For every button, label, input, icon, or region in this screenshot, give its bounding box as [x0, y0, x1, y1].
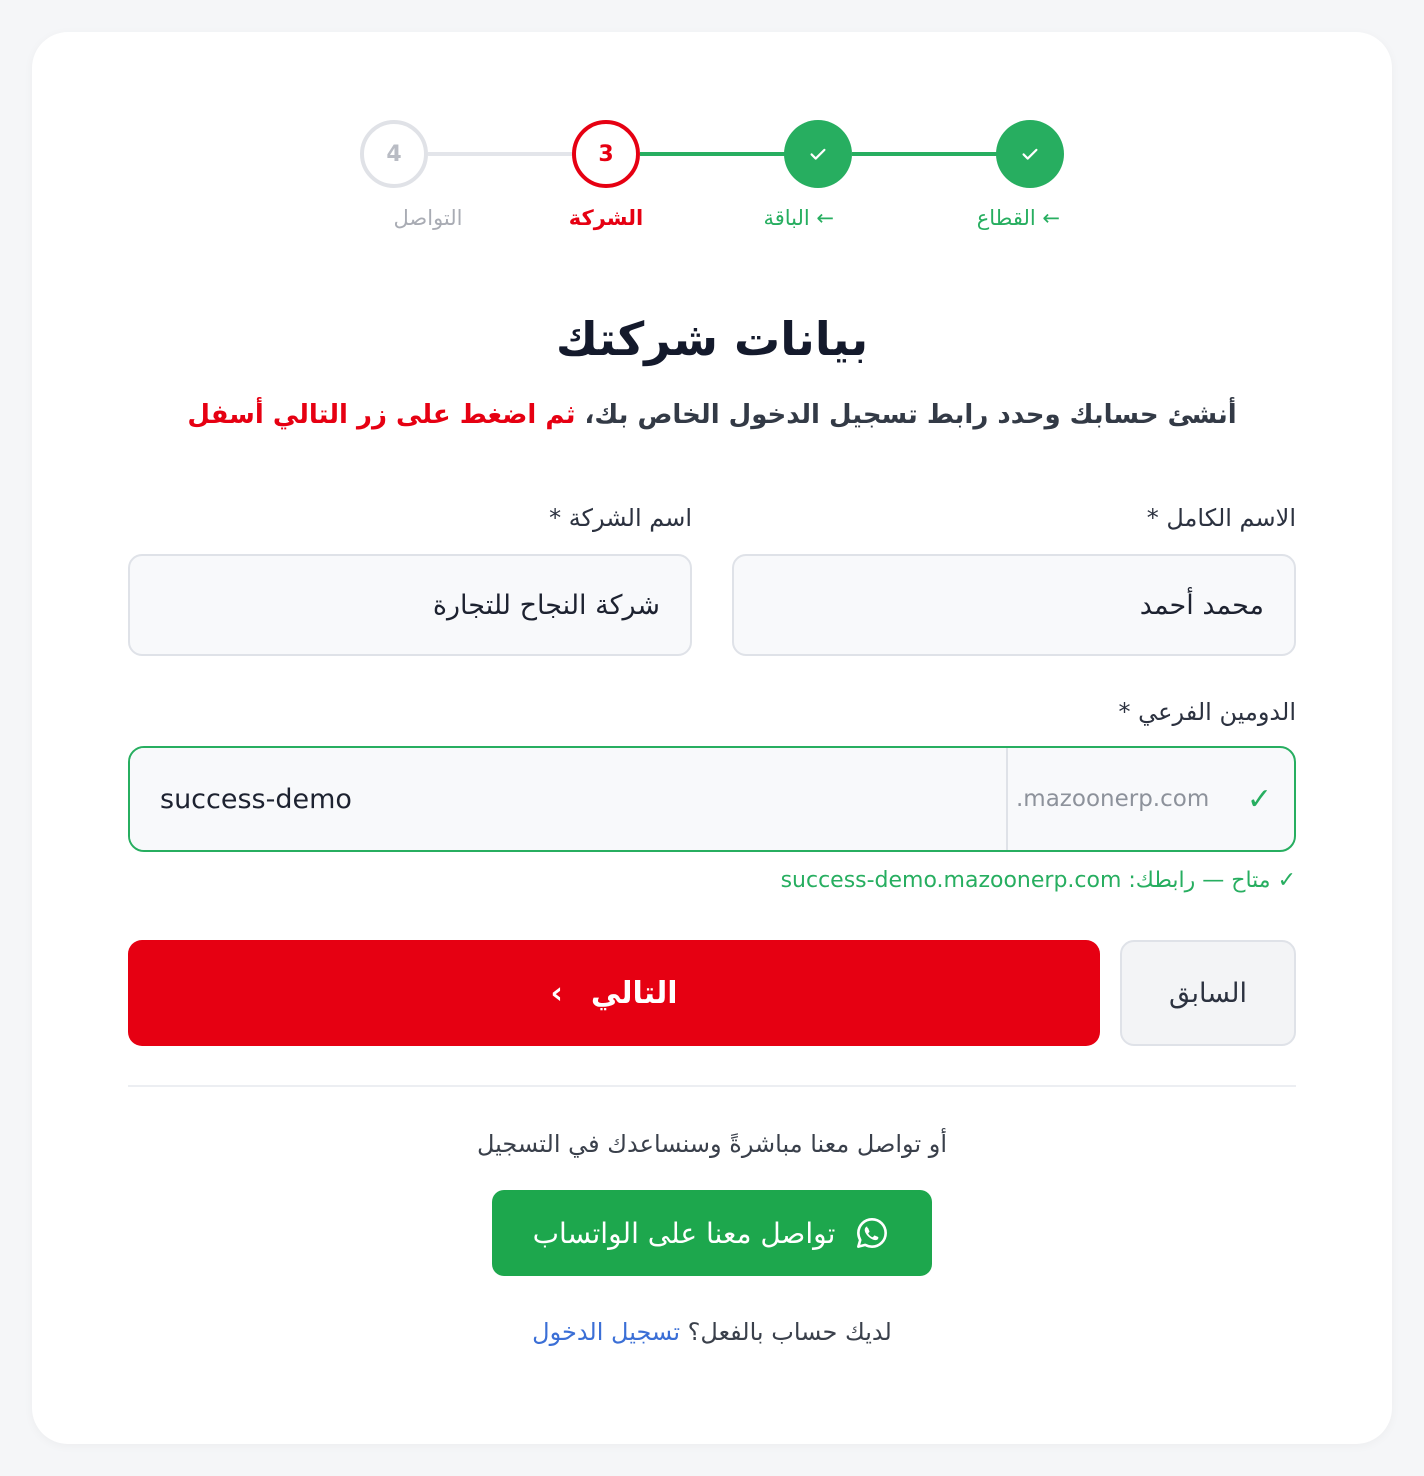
previous-button-label: السابق — [1168, 977, 1248, 1009]
login-question: لديك حساب بالفعل؟ — [687, 1318, 892, 1346]
step-1-circle — [996, 120, 1064, 188]
subtitle-main: أنشئ حسابك وحدد رابط تسجيل الدخول الخاص … — [584, 400, 1237, 430]
step-number: 3 — [598, 141, 614, 167]
full-name-label: الاسم الكامل * — [1146, 504, 1296, 532]
divider — [128, 1085, 1296, 1087]
availability-message: ✓ متاح — رابطك: success-demo.mazoonerp.c… — [780, 868, 1296, 893]
check-icon — [1022, 148, 1038, 160]
company-name-input[interactable]: شركة النجاح للتجارة — [128, 554, 692, 656]
step-label-contact: التواصل — [393, 206, 463, 230]
previous-button[interactable]: السابق — [1120, 940, 1296, 1046]
stepper-connector — [640, 152, 786, 156]
subdomain-value: success-demo — [160, 783, 352, 815]
whatsapp-icon — [857, 1218, 888, 1248]
subdomain-label: الدومين الفرعي * — [1118, 698, 1296, 726]
next-button[interactable]: التالي › — [128, 940, 1100, 1046]
step-3-circle: 3 — [572, 120, 640, 188]
page-subtitle: أنشئ حسابك وحدد رابط تسجيل الدخول الخاص … — [0, 400, 1424, 430]
subdomain-field: success-demo .mazoonerp.com ✓ — [128, 746, 1296, 852]
page-title: بيانات شركتك — [555, 312, 869, 366]
subtitle-highlight: ثم اضغط على زر التالي أسفل — [187, 400, 576, 430]
step-4-circle: 4 — [360, 120, 428, 188]
full-name-value: محمد أحمد — [1139, 589, 1264, 621]
step-label-company: الشركة — [568, 206, 644, 230]
contact-hint: أو تواصل معنا مباشرةً وسنساعدك في التسجي… — [476, 1130, 948, 1158]
stepper-connector — [852, 152, 998, 156]
step-label-plan: الباقة ← — [763, 206, 834, 230]
next-button-label: التالي — [590, 975, 678, 1011]
stepper-connector — [428, 152, 574, 156]
domain-suffix: .mazoonerp.com — [1016, 786, 1210, 812]
full-name-input[interactable]: محمد أحمد — [732, 554, 1296, 656]
step-label-sector: القطاع ← — [976, 206, 1060, 230]
company-name-label: اسم الشركة * — [549, 504, 692, 532]
step-number: 4 — [386, 141, 402, 167]
whatsapp-button[interactable]: تواصل معنا على الواتساب — [492, 1190, 932, 1276]
check-icon: ✓ — [1246, 781, 1272, 817]
check-icon — [810, 148, 826, 160]
chevron-left-icon: › — [550, 975, 563, 1011]
whatsapp-button-label: تواصل معنا على الواتساب — [532, 1216, 836, 1250]
login-prompt: لديك حساب بالفعل؟ تسجيل الدخول — [0, 1318, 1424, 1346]
step-2-circle — [784, 120, 852, 188]
subdomain-input[interactable]: success-demo — [130, 748, 1008, 850]
company-name-value: شركة النجاح للتجارة — [432, 589, 660, 621]
stepper: 3 4 القطاع ← الباقة ← الشركة التواصل — [0, 0, 1424, 260]
login-link[interactable]: تسجيل الدخول — [532, 1318, 680, 1346]
